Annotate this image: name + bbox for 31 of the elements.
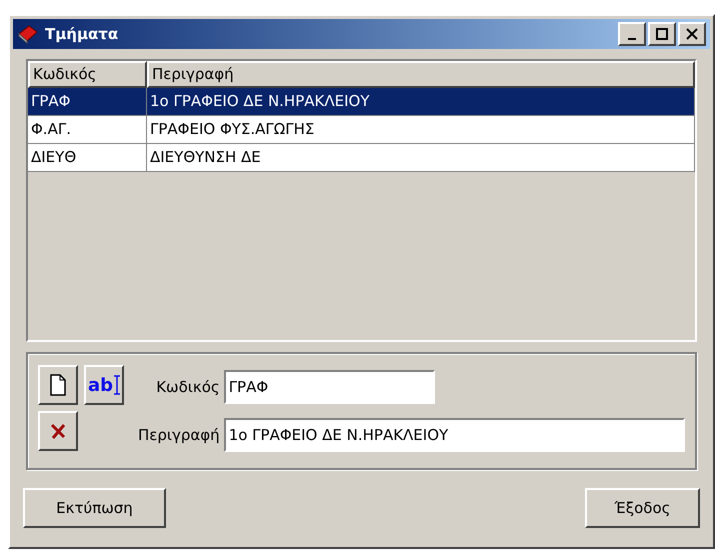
text-cursor-icon — [114, 375, 120, 395]
window-title: Τμήματα — [45, 24, 118, 45]
cross-icon — [49, 422, 67, 440]
text-field[interactable]: ΓΡΑΦ — [224, 370, 435, 404]
close-button[interactable] — [678, 22, 706, 46]
table-row[interactable]: Φ.ΑΓ. ΓΡΑΦΕΙΟ ΦΥΣ.ΑΓΩΓΗΣ — [28, 116, 695, 144]
exit-button[interactable]: Έξοδος — [585, 488, 700, 528]
table-cell: 1ο ΓΡΑΦΕΙΟ ΔΕ Ν.ΗΡΑΚΛΕΙΟΥ — [147, 88, 695, 115]
column-header[interactable]: Κωδικός — [28, 61, 147, 88]
minimize-icon — [628, 38, 636, 40]
new-button[interactable] — [38, 365, 78, 405]
table-row[interactable]: ΔΙΕΥΘ ΔΙΕΥΘΥΝΣΗ ΔΕ — [28, 144, 695, 172]
maximize-button[interactable] — [648, 22, 676, 46]
print-button[interactable]: Εκτύπωση — [23, 488, 166, 528]
table-cell: ΓΡΑΦ — [28, 88, 147, 115]
delete-button[interactable] — [38, 411, 78, 451]
field-label: Περιγραφή — [138, 424, 220, 446]
blank-page-icon — [50, 374, 66, 396]
table-cell: ΔΙΕΥΘ — [28, 144, 147, 171]
table-row[interactable]: ΓΡΑΦ 1ο ΓΡΑΦΕΙΟ ΔΕ Ν.ΗΡΑΚΛΕΙΟΥ — [28, 88, 695, 116]
minimize-button[interactable] — [618, 22, 646, 46]
table-cell: Φ.ΑΓ. — [28, 116, 147, 143]
text-field[interactable]: 1ο ΓΡΑΦΕΙΟ ΔΕ Ν.ΗΡΑΚΛΕΙΟΥ — [224, 418, 685, 452]
edit-button[interactable]: ab — [84, 365, 124, 405]
table-cell: ΓΡΑΦΕΙΟ ΦΥΣ.ΑΓΩΓΗΣ — [147, 116, 695, 143]
table-cell: ΔΙΕΥΘΥΝΣΗ ΔΕ — [147, 144, 695, 171]
column-header[interactable]: Περιγραφή — [147, 61, 695, 88]
book-icon — [17, 24, 39, 44]
close-icon — [686, 28, 698, 40]
field-label: Κωδικός — [155, 376, 220, 398]
maximize-icon — [656, 28, 668, 40]
